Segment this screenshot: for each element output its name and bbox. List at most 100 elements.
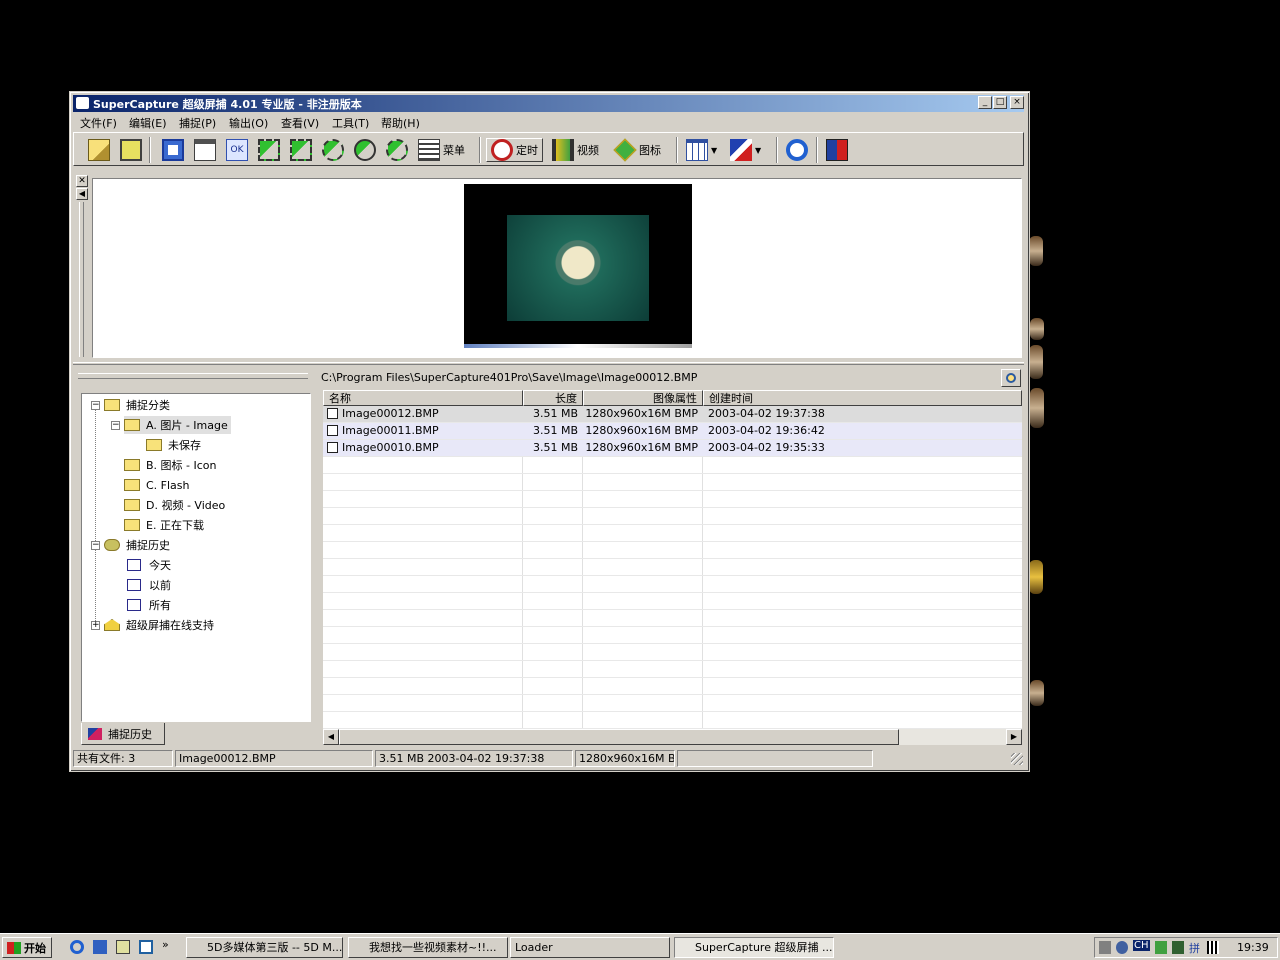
ok-button[interactable]: OK — [226, 138, 248, 162]
task-loader[interactable]: Loader — [510, 937, 670, 958]
scroll-left-icon[interactable]: ◀ — [323, 729, 339, 745]
empty-row — [323, 474, 1022, 491]
maximize-button[interactable]: □ — [993, 96, 1007, 109]
tree-node-flash[interactable]: C. Flash — [124, 476, 190, 494]
tree-node-online-support[interactable]: 超级屏捕在线支持 — [104, 616, 214, 634]
capture-free-button[interactable] — [322, 138, 344, 162]
tree-node-video[interactable]: D. 视频 - Video — [124, 496, 225, 514]
folder-icon — [124, 479, 140, 491]
menu-output[interactable]: 输出(O) — [229, 115, 268, 131]
video-button[interactable]: 视频 — [552, 138, 599, 162]
tab-capture-history[interactable]: 捕捉历史 — [81, 723, 165, 745]
expand-icon[interactable]: + — [91, 621, 100, 630]
tray-app-icon[interactable] — [1155, 941, 1167, 954]
tree-node-unsaved[interactable]: 未保存 — [146, 436, 201, 454]
menu-capture[interactable]: 捕捉(P) — [179, 115, 216, 131]
notepad-icon[interactable] — [116, 940, 130, 954]
column-header-name[interactable]: 名称 — [323, 390, 523, 406]
close-preview-icon[interactable]: ✕ — [76, 175, 88, 187]
menu-tools[interactable]: 工具(T) — [332, 115, 369, 131]
collapse-icon[interactable]: − — [111, 421, 120, 430]
ime-indicator[interactable]: CH — [1133, 940, 1150, 951]
menu-file[interactable]: 文件(F) — [80, 115, 117, 131]
desktop-icon[interactable] — [93, 940, 107, 954]
horizontal-scrollbar[interactable]: ◀ ▶ — [323, 729, 1022, 745]
output-button[interactable]: ▼ — [730, 138, 761, 162]
collapse-icon[interactable]: − — [91, 401, 100, 410]
tree-node-all[interactable]: 所有 — [127, 596, 171, 614]
search-icon[interactable] — [139, 940, 153, 954]
column-header-created[interactable]: 创建时间 — [703, 390, 1022, 406]
network-icon[interactable] — [1116, 941, 1128, 954]
system-tray: CH 拼 19:39 — [1094, 937, 1278, 958]
menu-help[interactable]: 帮助(H) — [381, 115, 420, 131]
timer-button[interactable]: 定时 — [486, 138, 543, 162]
tree-node-before[interactable]: 以前 — [127, 576, 171, 594]
internet-explorer-icon[interactable] — [70, 940, 84, 954]
title-bar[interactable]: SuperCapture 超级屏捕 4.01 专业版 - 非注册版本 _ □ × — [73, 95, 1024, 112]
icon-capture-button[interactable]: 图标 — [613, 138, 661, 162]
task-video-material[interactable]: 我想找一些视频素材~!!... — [348, 937, 508, 958]
close-button[interactable]: × — [1010, 96, 1024, 109]
collapse-icon[interactable]: − — [91, 541, 100, 550]
tree-node-categories[interactable]: 捕捉分类 — [104, 396, 170, 414]
tree-label: C. Flash — [146, 478, 190, 492]
capture-menu-button[interactable]: 菜单 — [418, 138, 465, 162]
task-5d-multimedia[interactable]: 5D多媒体第三版 -- 5D M... — [186, 937, 343, 958]
capture-object-button[interactable] — [290, 138, 312, 162]
keyboard-icon[interactable] — [1207, 941, 1219, 954]
tree-node-icon[interactable]: B. 图标 - Icon — [124, 456, 217, 474]
tree-label: A. 图片 - Image — [146, 419, 228, 432]
preview-thumbnail[interactable] — [464, 184, 692, 348]
find-button[interactable] — [1001, 369, 1021, 387]
file-props: 1280x960x16M BMP — [585, 441, 698, 454]
start-button[interactable]: 开始 — [2, 937, 52, 958]
view-mode-button[interactable]: ▼ — [686, 138, 717, 162]
splitter-grip[interactable] — [79, 202, 84, 357]
scroll-right-icon[interactable]: ▶ — [1006, 729, 1022, 745]
exit-button[interactable] — [826, 138, 848, 162]
collapse-preview-icon[interactable]: ◀ — [76, 188, 88, 200]
grid-view-icon — [686, 139, 708, 161]
magnifier-icon — [1006, 373, 1016, 383]
horizontal-splitter[interactable] — [73, 362, 1024, 365]
panel-grip[interactable] — [78, 373, 308, 379]
quick-launch-more[interactable]: » — [162, 938, 169, 951]
empty-row — [323, 610, 1022, 627]
table-row[interactable]: Image00012.BMP 3.51 MB 1280x960x16M BMP … — [323, 406, 1022, 423]
column-header-props[interactable]: 图像属性 — [583, 390, 703, 406]
film-strip-icon — [552, 139, 574, 161]
resize-grip-icon[interactable] — [1011, 753, 1023, 765]
tray-app-icon[interactable] — [1172, 941, 1184, 954]
app-icon[interactable] — [76, 97, 89, 109]
tree-node-downloading[interactable]: E. 正在下载 — [124, 516, 204, 534]
scroll-thumb[interactable] — [339, 729, 899, 745]
browser-button[interactable] — [786, 138, 808, 162]
minimize-button[interactable]: _ — [978, 96, 992, 109]
capture-region-button[interactable] — [194, 138, 216, 162]
open-button[interactable] — [88, 138, 110, 162]
wallpaper-fragment — [1030, 318, 1044, 340]
capture-scroll-button[interactable] — [386, 138, 408, 162]
empty-row — [323, 508, 1022, 525]
capture-pointer-button[interactable] — [258, 138, 280, 162]
dropdown-arrow-icon[interactable]: ▼ — [711, 146, 717, 155]
clock[interactable]: 19:39 — [1237, 941, 1269, 954]
table-row[interactable]: Image00011.BMP 3.51 MB 1280x960x16M BMP … — [323, 423, 1022, 440]
tree-node-history[interactable]: 捕捉历史 — [104, 536, 170, 554]
tree-node-image[interactable]: A. 图片 - Image — [124, 416, 231, 434]
dropdown-arrow-icon[interactable]: ▼ — [755, 146, 761, 155]
task-supercapture[interactable]: SuperCapture 超级屏捕 ... — [674, 937, 834, 958]
menu-edit[interactable]: 编辑(E) — [129, 115, 167, 131]
save-button[interactable] — [120, 138, 142, 162]
capture-circle-button[interactable] — [354, 138, 376, 162]
capture-window-button[interactable] — [162, 138, 184, 162]
pinyin-indicator[interactable]: 拼 — [1189, 940, 1200, 956]
column-header-size[interactable]: 长度 — [523, 390, 583, 406]
table-row[interactable]: Image00010.BMP 3.51 MB 1280x960x16M BMP … — [323, 440, 1022, 457]
tree-node-today[interactable]: 今天 — [127, 556, 171, 574]
empty-row — [323, 576, 1022, 593]
volume-icon[interactable] — [1099, 941, 1111, 954]
menu-view[interactable]: 查看(V) — [281, 115, 319, 131]
alarm-clock-icon — [491, 139, 513, 161]
